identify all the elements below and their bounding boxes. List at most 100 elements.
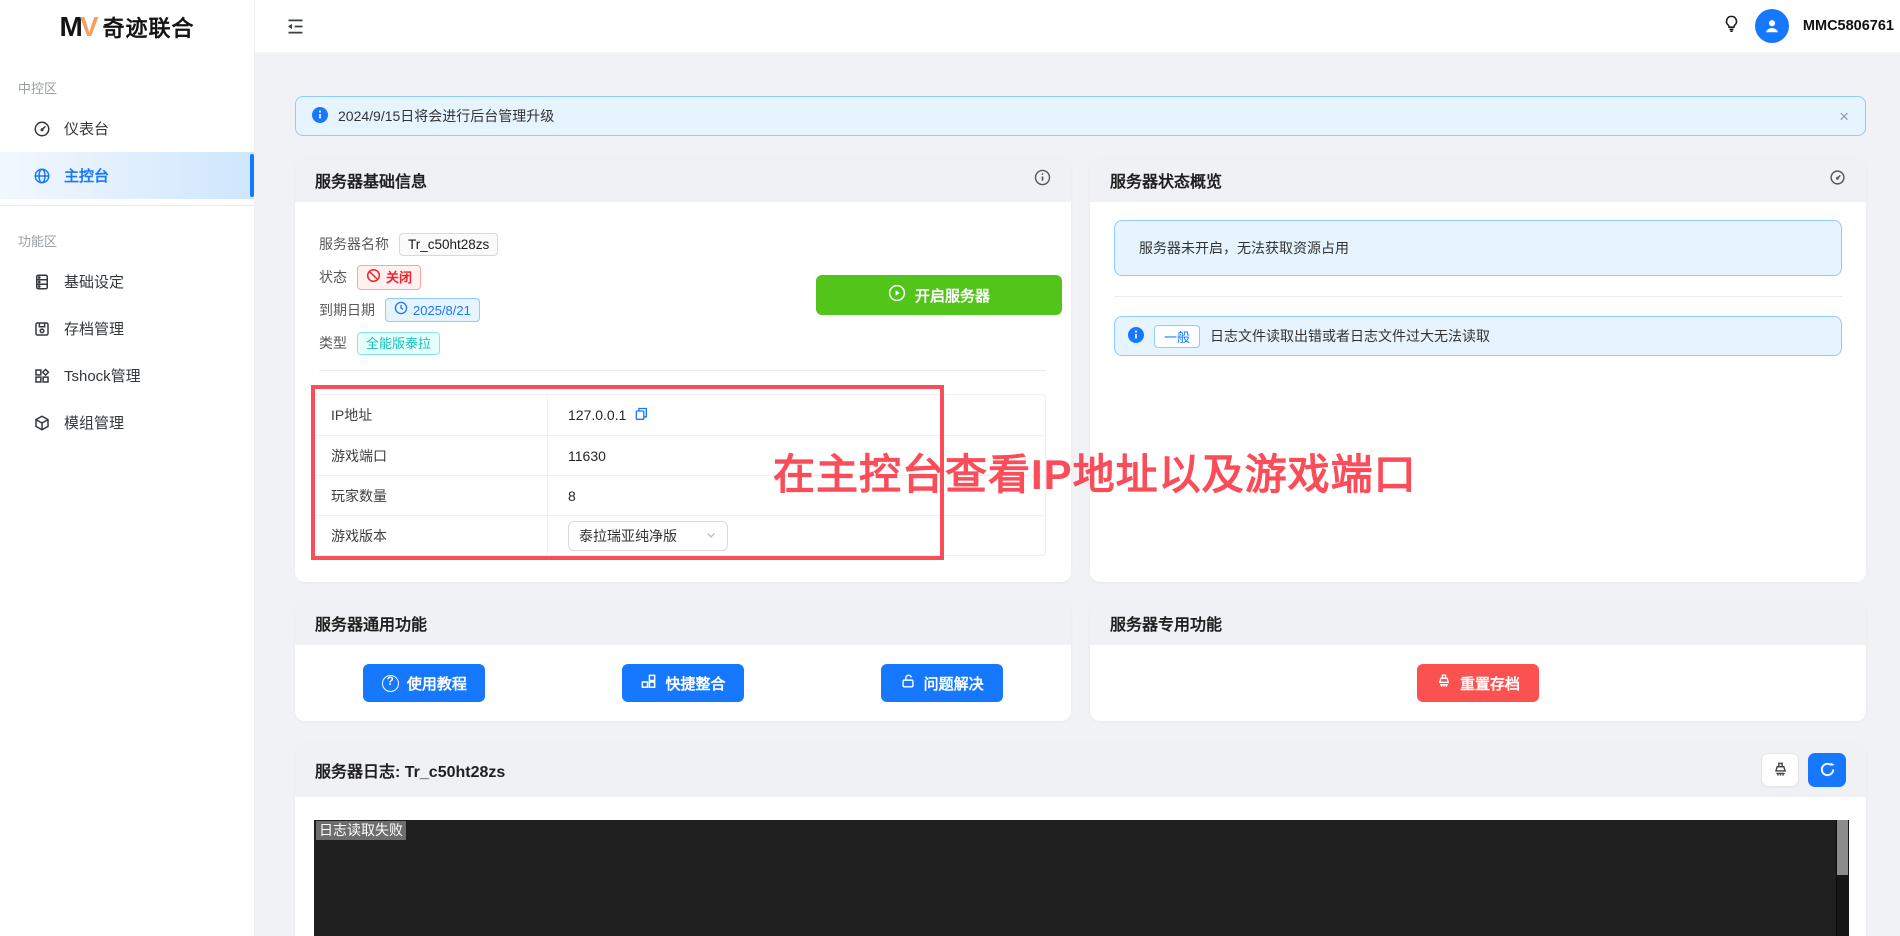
sidebar-item-label: 模组管理	[64, 415, 125, 432]
log-alert: 一般 日志文件读取出错或者日志文件过大无法读取	[1114, 316, 1842, 356]
expiry-badge: 2025/8/21	[385, 298, 480, 322]
server-info-table: IP地址 127.0.0.1 游戏端口 11630 玩家数量 8 游戏版本 泰拉…	[314, 394, 1046, 556]
modules-icon	[640, 673, 657, 694]
terminal-text: 日志读取失败	[316, 821, 406, 840]
field-type: 类型 全能版泰拉	[319, 331, 498, 355]
tutorial-button[interactable]: ? 使用教程	[363, 664, 486, 702]
card-status-overview: 服务器状态概览 服务器未开启，无法获取资源占用 一般 日志文件读取出错或者日志文…	[1090, 157, 1866, 582]
field-label: 服务器名称	[319, 236, 389, 252]
row-label: IP地址	[315, 395, 548, 435]
card-title: 服务器专用功能	[1110, 616, 1223, 634]
card-header: 服务器基础信息	[295, 157, 1071, 202]
sidebar-item-console[interactable]: 主控台	[0, 152, 254, 199]
clear-log-button[interactable]	[1761, 752, 1799, 787]
game-version-select[interactable]: 泰拉瑞亚纯净版	[568, 520, 728, 551]
sidebar-item-save-management[interactable]: 存档管理	[0, 305, 254, 352]
info-icon	[1128, 326, 1144, 346]
row-value: 11630	[568, 447, 606, 464]
troubleshoot-button[interactable]: 问题解决	[880, 664, 1003, 702]
button-label: 使用教程	[406, 675, 467, 693]
selected-option: 泰拉瑞亚纯净版	[579, 527, 677, 544]
card-body: ? 使用教程 快捷整合 问题解决	[295, 645, 1071, 721]
sidebar-item-dashboard[interactable]: 仪表台	[0, 105, 254, 152]
bulb-icon[interactable]	[1722, 13, 1741, 39]
notice-banner: 2024/9/15日将会进行后台管理升级 ×	[295, 96, 1866, 136]
row-value: 8	[568, 487, 576, 504]
card-common-functions: 服务器通用功能 ? 使用教程 快捷整合 问题解决	[295, 600, 1071, 721]
card-body: 服务器名称 Tr_c50ht28zs 状态 关闭 到期日期 2025/8/21 …	[295, 202, 1071, 582]
ip-value: 127.0.0.1	[568, 407, 627, 423]
field-status: 状态 关闭	[319, 264, 498, 290]
app-logo[interactable]: M V 奇迹联合	[0, 0, 254, 53]
log-terminal[interactable]: 日志读取失败	[314, 820, 1849, 936]
play-circle-icon	[888, 284, 906, 306]
button-label: 问题解决	[923, 675, 984, 693]
sidebar-item-basic-settings[interactable]: 基础设定	[0, 258, 254, 305]
card-divider	[1114, 296, 1842, 297]
start-server-button[interactable]: 开启服务器	[816, 275, 1062, 315]
field-label: 状态	[319, 269, 347, 285]
table-row: 游戏版本 泰拉瑞亚纯净版	[315, 515, 1045, 555]
sidebar: M V 奇迹联合 中控区 仪表台 主控台 功能区 基础设定 存档管理 Tshoc…	[0, 0, 255, 936]
alert-text: 日志文件读取出错或者日志文件过大无法读取	[1210, 328, 1491, 344]
close-icon[interactable]: ×	[1839, 108, 1849, 125]
field-label: 到期日期	[319, 302, 375, 318]
logo-letter-v: V	[79, 10, 99, 42]
copy-icon[interactable]	[633, 406, 648, 424]
resource-alert: 服务器未开启，无法获取资源占用	[1114, 220, 1842, 276]
avatar[interactable]	[1754, 9, 1789, 43]
topbar-right: MMC5806761	[1722, 9, 1894, 43]
field-expiry: 到期日期 2025/8/21	[319, 298, 498, 322]
severity-badge: 一般	[1154, 324, 1201, 348]
card-special-functions: 服务器专用功能 重置存档	[1090, 600, 1866, 721]
button-label: 重置存档	[1459, 675, 1520, 693]
gauge-icon	[33, 120, 51, 138]
row-label: 游戏版本	[315, 516, 548, 555]
card-title: 服务器基础信息	[315, 173, 428, 191]
start-server-label: 开启服务器	[914, 287, 990, 305]
info-circle-icon[interactable]	[1034, 169, 1051, 191]
package-icon	[33, 414, 51, 432]
card-header: 服务器日志: Tr_c50ht28zs	[295, 742, 1866, 797]
sidebar-divider	[0, 205, 254, 206]
gauge-icon[interactable]	[1829, 169, 1846, 191]
status-badge: 关闭	[357, 264, 422, 290]
alert-text: 服务器未开启，无法获取资源占用	[1139, 240, 1349, 256]
username[interactable]: MMC5806761	[1803, 18, 1894, 34]
row-value: 泰拉瑞亚纯净版	[548, 520, 1045, 551]
row-value: 127.0.0.1	[548, 406, 1045, 424]
sidebar-item-label: 主控台	[64, 168, 110, 185]
active-indicator	[250, 154, 254, 197]
quick-integration-button[interactable]: 快捷整合	[621, 664, 744, 702]
logo-letter-m: M	[59, 10, 82, 42]
clear-icon	[1436, 673, 1452, 693]
sidebar-item-label: Tshock管理	[64, 368, 141, 385]
sidebar-item-mod-management[interactable]: 模组管理	[0, 399, 254, 446]
sidebar-item-tshock-management[interactable]: Tshock管理	[0, 352, 254, 399]
globe-icon	[33, 167, 51, 185]
clock-icon	[394, 301, 408, 319]
log-header-buttons	[1761, 752, 1846, 787]
topbar: MMC5806761	[255, 0, 1900, 53]
log-title: 服务器日志: Tr_c50ht28zs	[315, 763, 506, 781]
field-label: 类型	[319, 335, 347, 351]
card-title: 服务器状态概览	[1110, 173, 1223, 191]
sidebar-section-control: 中控区	[18, 81, 58, 96]
unlock-icon	[900, 673, 916, 693]
refresh-log-button[interactable]	[1808, 752, 1846, 787]
expiry-text: 2025/8/21	[413, 302, 471, 318]
row-label: 玩家数量	[315, 476, 548, 515]
reset-save-button[interactable]: 重置存档	[1417, 664, 1539, 702]
table-row: 游戏端口 11630	[315, 435, 1045, 475]
menu-fold-icon[interactable]	[285, 16, 306, 37]
question-circle-icon: ?	[381, 674, 399, 692]
card-divider	[319, 370, 1046, 371]
info-icon	[312, 106, 328, 126]
card-body: 服务器未开启，无法获取资源占用 一般 日志文件读取出错或者日志文件过大无法读取	[1090, 202, 1866, 582]
chevron-down-icon	[705, 528, 717, 544]
app-root: M V 奇迹联合 中控区 仪表台 主控台 功能区 基础设定 存档管理 Tshoc…	[0, 0, 1900, 936]
card-body: 重置存档	[1090, 645, 1866, 721]
sidebar-section-functions: 功能区	[18, 234, 58, 249]
scrollbar-thumb[interactable]	[1837, 820, 1848, 875]
notice-text: 2024/9/15日将会进行后台管理升级	[338, 108, 555, 124]
